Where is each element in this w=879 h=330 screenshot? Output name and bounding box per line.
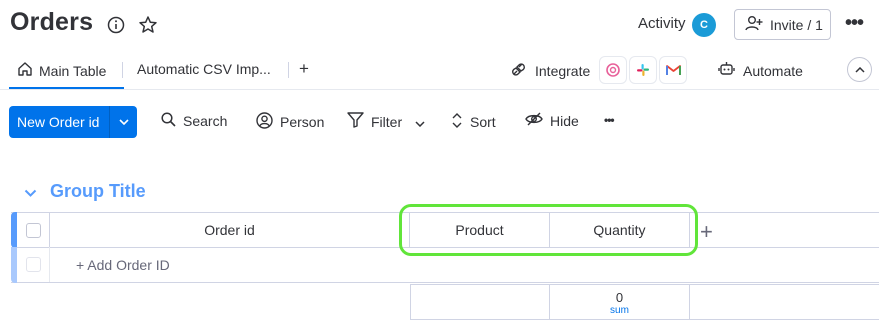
tab-divider	[122, 62, 123, 78]
filter-chevron-down-icon[interactable]	[415, 114, 425, 130]
integrate-label: Integrate	[535, 63, 591, 79]
search-icon	[161, 112, 176, 130]
select-all-cell	[17, 213, 50, 247]
add-view-button[interactable]: +	[299, 59, 309, 79]
tab-automatic-csv-import[interactable]: Automatic CSV Imp...	[137, 61, 271, 77]
gmail-icon	[659, 56, 687, 84]
summary-label: sum	[610, 305, 629, 316]
robot-icon	[718, 61, 735, 80]
search-button[interactable]: Search	[161, 112, 227, 130]
hide-label: Hide	[550, 112, 579, 129]
highlight-outline	[399, 204, 698, 256]
integrate-button[interactable]: Integrate	[510, 61, 590, 81]
filter-icon	[347, 112, 364, 131]
activity-link[interactable]: Activity	[638, 15, 686, 32]
add-order-id-input[interactable]: + Add Order ID	[76, 247, 276, 282]
group-title[interactable]: Group Title	[50, 181, 146, 202]
new-order-id-button[interactable]: New Order id	[9, 106, 137, 138]
chevron-down-icon[interactable]	[110, 119, 137, 125]
summary-cell-product	[410, 285, 550, 319]
column-header-order-id[interactable]: Order id	[50, 213, 410, 247]
select-all-checkbox[interactable]	[25, 222, 41, 238]
page-title: Orders	[10, 8, 94, 36]
eye-hidden-icon	[525, 112, 543, 129]
summary-row: 0 sum	[410, 284, 879, 320]
sort-label: Sort	[470, 114, 496, 130]
search-label: Search	[183, 113, 228, 129]
invite-label: Invite / 1	[770, 16, 823, 33]
avatar[interactable]: C	[692, 13, 716, 37]
chevron-up-icon	[854, 66, 865, 73]
person-icon	[256, 112, 273, 132]
person-filter-button[interactable]: Person	[256, 112, 324, 132]
add-person-icon	[745, 15, 763, 34]
star-icon[interactable]	[138, 15, 158, 35]
summary-value: 0	[615, 290, 624, 305]
hide-button[interactable]: Hide	[525, 112, 579, 129]
tabs-divider	[0, 89, 879, 90]
person-label: Person	[280, 114, 325, 130]
add-item-checkbox	[25, 257, 41, 272]
tab-main-table[interactable]: Main Table	[17, 61, 106, 80]
add-item-checkbox-cell	[17, 247, 50, 282]
summary-cell-quantity[interactable]: 0 sum	[550, 285, 690, 319]
automate-label: Automate	[743, 62, 803, 79]
sort-button[interactable]: Sort	[451, 112, 496, 132]
more-options-icon[interactable]: •••	[845, 12, 864, 35]
new-order-id-label: New Order id	[17, 114, 100, 130]
automate-button[interactable]: Automate	[718, 61, 803, 80]
info-icon[interactable]	[106, 15, 126, 35]
tab-divider	[288, 62, 289, 78]
tab-label: Main Table	[39, 62, 107, 79]
filter-button[interactable]: Filter	[347, 112, 425, 131]
invite-button[interactable]: Invite / 1	[734, 9, 831, 40]
integration-app-icon-1	[599, 56, 627, 84]
group-chevron-down-icon[interactable]	[24, 181, 37, 202]
home-icon	[17, 61, 33, 80]
add-column-button[interactable]: +	[700, 219, 713, 245]
integrate-icon	[510, 61, 527, 81]
group-header[interactable]: Group Title	[24, 181, 146, 202]
collapse-header-button[interactable]	[847, 57, 872, 82]
sort-icon	[451, 112, 463, 132]
slack-icon	[629, 56, 657, 84]
filter-label: Filter	[371, 113, 403, 130]
integration-app-icons[interactable]	[599, 56, 687, 84]
toolbar-more-icon[interactable]: •••	[604, 113, 615, 127]
